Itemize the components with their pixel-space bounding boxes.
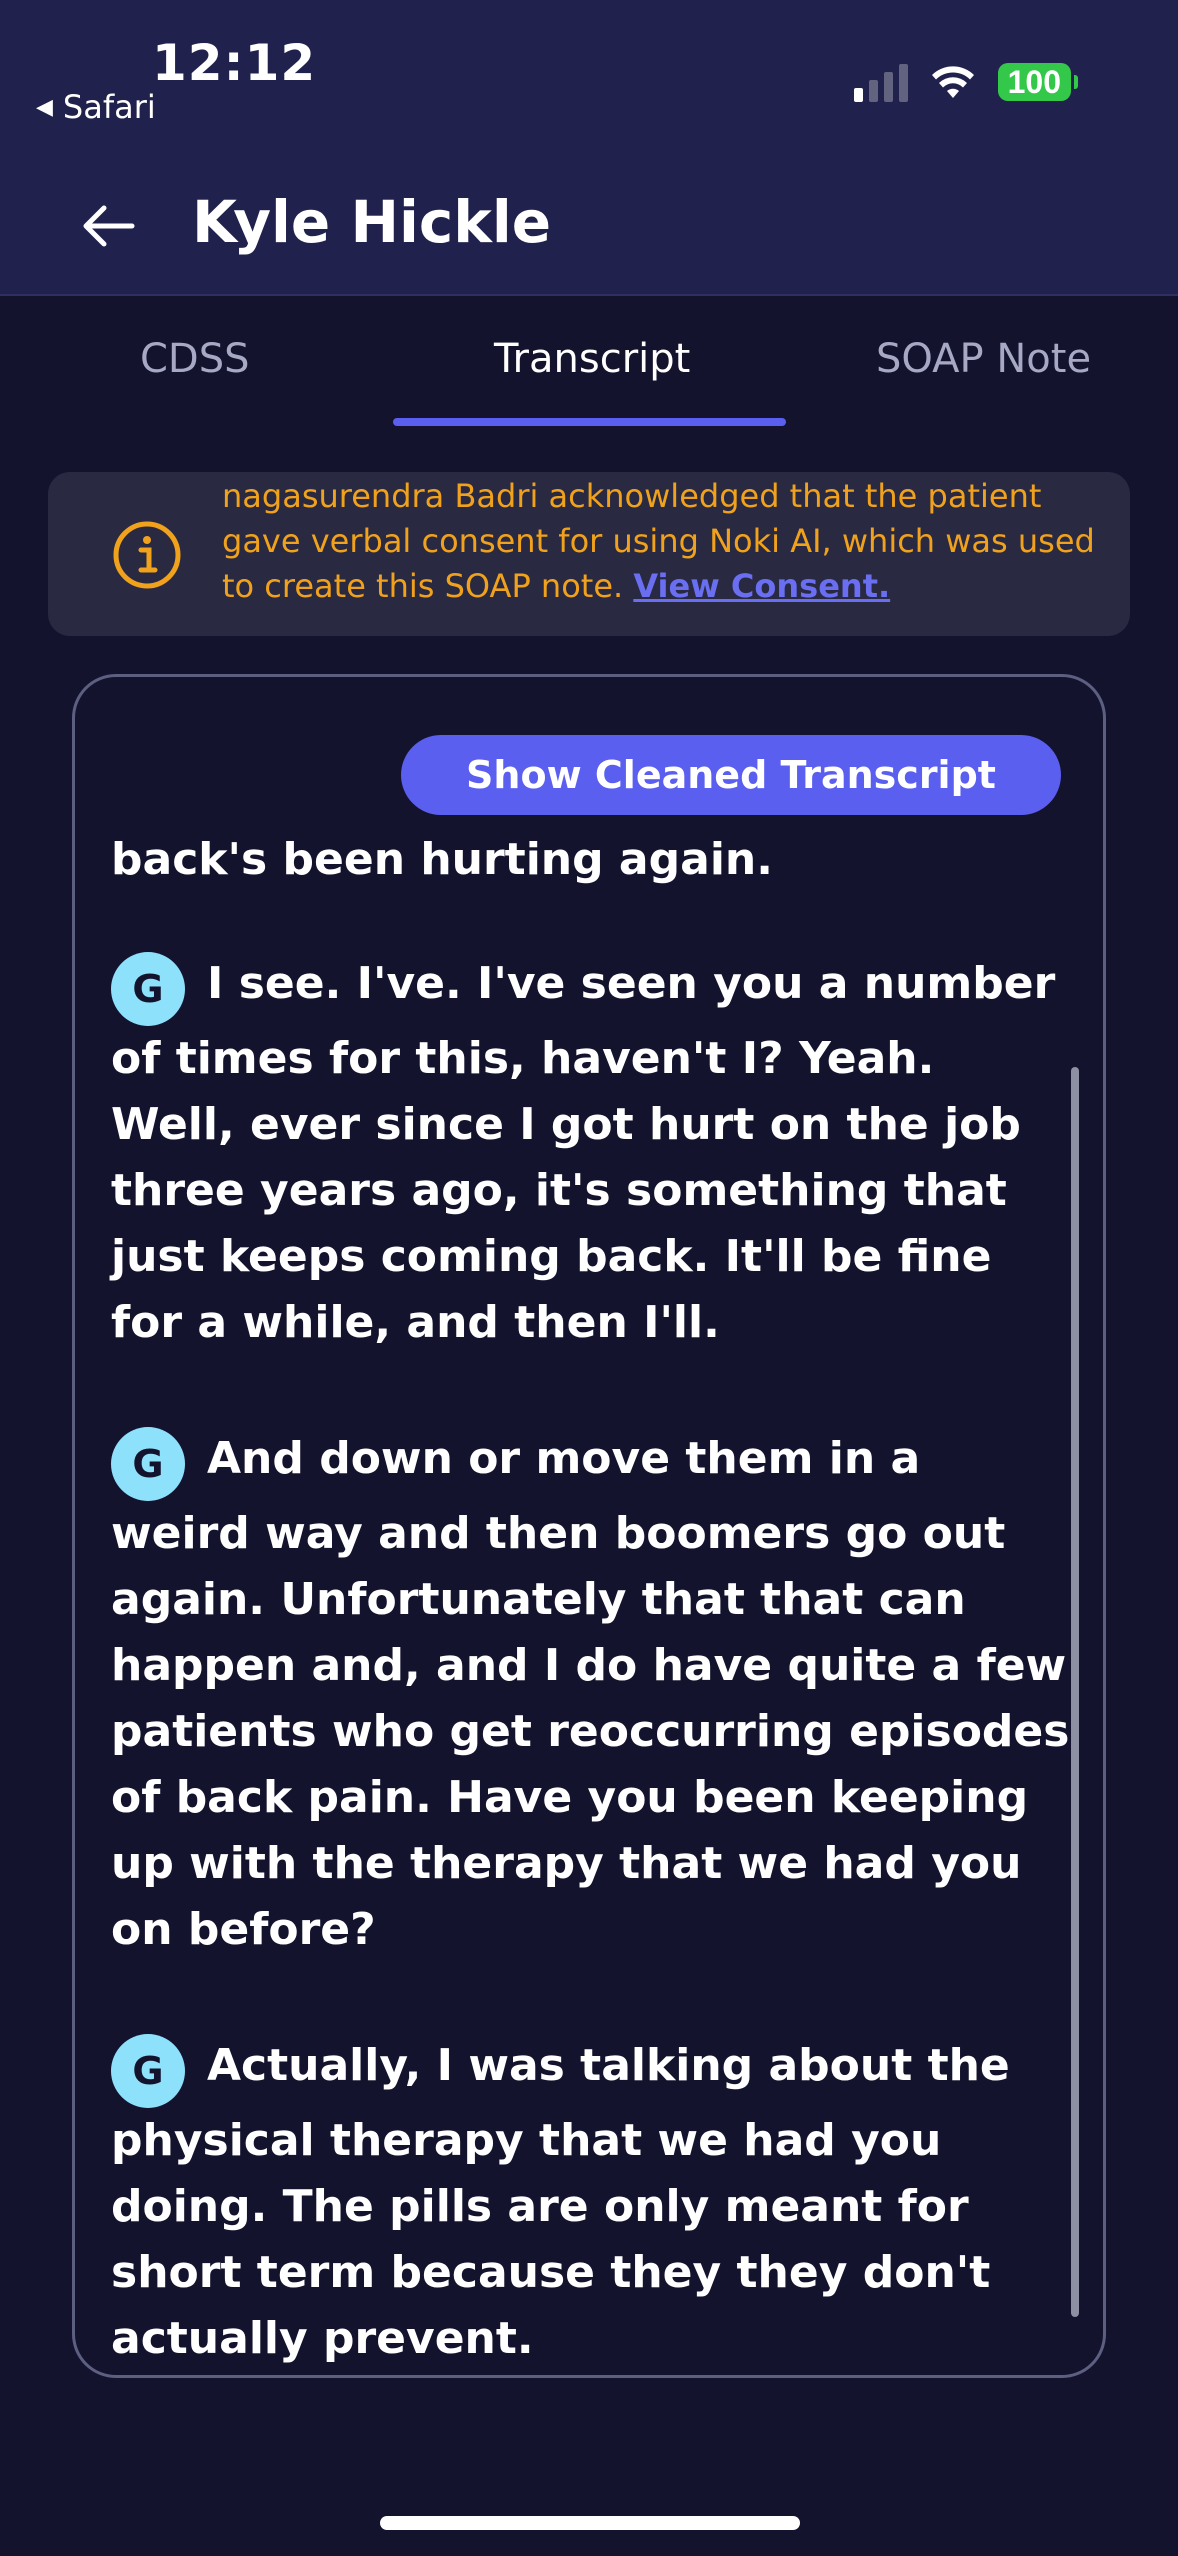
tab-cdss[interactable]: CDSS	[140, 336, 250, 382]
transcript-entry: G Actually, I was talking about the physi…	[111, 2033, 1071, 2372]
transcript-text: back's been hurting again. GI see. I've.…	[111, 827, 1071, 2442]
show-cleaned-transcript-button[interactable]: Show Cleaned Transcript	[401, 735, 1061, 815]
transcript-entry-text: And down or move them in a weird way and…	[111, 1433, 1070, 1955]
tab-transcript[interactable]: Transcript	[494, 336, 690, 382]
status-time: 12:12	[152, 34, 317, 92]
speaker-avatar: G	[111, 2034, 185, 2108]
transcript-entry: GI see. I've. I've seen you a number of …	[111, 951, 1071, 1356]
transcript-entry-text: I see. I've. I've seen you a number of t…	[111, 958, 1056, 1348]
info-circle-icon	[113, 521, 181, 589]
speaker-avatar: G	[111, 952, 185, 1026]
active-tab-indicator	[393, 418, 786, 426]
transcript-entry: back's been hurting again.	[111, 827, 1071, 893]
transcript-entry-text: Actually, I was talking about the physic…	[111, 2040, 1010, 2364]
transcript-scrollbar[interactable]	[1071, 1067, 1079, 2317]
arrow-left-icon[interactable]	[76, 194, 140, 258]
transcript-entry-text: back's been hurting again.	[111, 834, 773, 885]
patient-name-title: Kyle Hickle	[192, 188, 552, 256]
battery-icon: 100	[997, 63, 1078, 101]
transcript-entry: G And down or move them in a weird way an…	[111, 1426, 1071, 1963]
status-icons: 100	[853, 62, 1078, 102]
transcript-card[interactable]: Show Cleaned Transcript back's been hurt…	[72, 674, 1106, 2378]
cellular-signal-icon	[853, 62, 908, 102]
home-indicator[interactable]	[380, 2516, 800, 2530]
speaker-avatar: G	[111, 1427, 185, 1501]
battery-level: 100	[997, 63, 1071, 101]
consent-banner: nagasurendra Badri acknowledged that the…	[48, 472, 1130, 636]
tab-soap-note[interactable]: SOAP Note	[876, 336, 1091, 382]
consent-message: nagasurendra Badri acknowledged that the…	[222, 474, 1102, 609]
back-triangle-icon: ◀	[36, 94, 53, 120]
back-to-safari-button[interactable]: ◀ Safari	[36, 88, 156, 126]
tab-bar: CDSS Transcript SOAP Note	[0, 296, 1178, 430]
wifi-icon	[931, 66, 974, 98]
app-header: 12:12 ◀ Safari 100 Kyle Hickle	[0, 0, 1178, 296]
back-app-label: Safari	[62, 88, 156, 126]
view-consent-link[interactable]: View Consent.	[633, 567, 890, 605]
